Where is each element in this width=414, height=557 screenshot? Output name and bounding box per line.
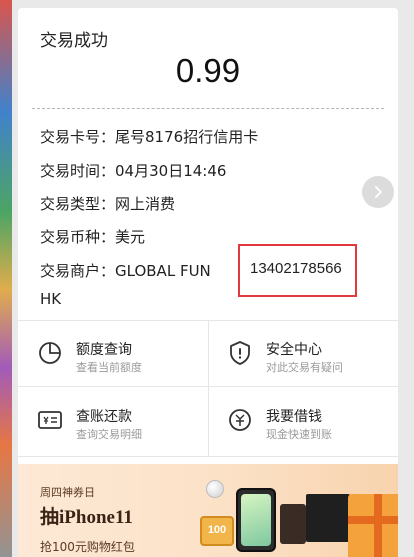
tile-title: 我要借钱 xyxy=(266,409,322,425)
cash-icon xyxy=(229,409,251,431)
detail-row-time: 交易时间：04月30日14:46 xyxy=(40,160,226,181)
currency-value: 美元 xyxy=(115,228,146,246)
dashed-divider xyxy=(32,108,384,109)
promo-subtitle: 抢100元购物红包 xyxy=(40,540,135,554)
detail-row-type: 交易类型：网上消费 xyxy=(40,193,175,214)
coupon-coin-label: 100 xyxy=(207,524,227,536)
time-label: 交易时间： xyxy=(40,162,116,180)
annotation-phone-number: 13402178566 xyxy=(250,260,342,277)
promo-title: 抽iPhone11 xyxy=(40,507,133,528)
tile-borrow-money[interactable]: 我要借钱 现金快速到账 xyxy=(208,388,398,454)
promo-banner[interactable]: 周四神券日 抽iPhone11 抢100元购物红包 100 xyxy=(18,464,398,557)
mug-image xyxy=(280,504,306,544)
type-value: 网上消费 xyxy=(115,195,176,213)
background-app-edge xyxy=(0,0,12,557)
tile-title: 查账还款 xyxy=(76,409,132,425)
shield-icon xyxy=(230,341,250,365)
currency-label: 交易币种： xyxy=(40,228,116,246)
detail-row-card: 交易卡号：尾号8176招行信用卡 xyxy=(40,126,258,147)
tile-subtitle: 查看当前额度 xyxy=(76,361,142,374)
tile-title: 安全中心 xyxy=(266,342,322,358)
tile-security-center[interactable]: 安全中心 对此交易有疑问 xyxy=(208,321,398,387)
merchant-value-continued: HK xyxy=(40,290,62,308)
transaction-amount: 0.99 xyxy=(175,52,241,89)
tile-subtitle: 对此交易有疑问 xyxy=(266,361,343,374)
promo-tag: 周四神券日 xyxy=(40,486,95,499)
tile-credit-limit[interactable]: 额度查询 查看当前额度 xyxy=(18,321,208,387)
grid-divider-bottom xyxy=(18,456,398,457)
card-value: 尾号8176招行信用卡 xyxy=(115,128,259,146)
gift-box-dark-image xyxy=(306,494,350,542)
tile-title: 额度查询 xyxy=(76,342,132,358)
detail-row-merchant: 交易商户：GLOBAL FUN xyxy=(40,260,211,281)
iphone-image xyxy=(236,488,276,552)
tile-subtitle: 现金快速到账 xyxy=(266,428,332,441)
coupon-coin-image: 100 xyxy=(200,516,234,546)
next-page-button[interactable] xyxy=(362,176,394,208)
tile-subtitle: 查询交易明细 xyxy=(76,428,142,441)
transaction-status: 交易成功 xyxy=(40,31,108,51)
tile-bill-repayment[interactable]: 查账还款 查询交易明细 xyxy=(18,388,208,454)
pie-chart-icon xyxy=(39,342,61,364)
transaction-card: 交易成功 0.99 交易卡号：尾号8176招行信用卡 交易时间：04月30日14… xyxy=(18,8,398,557)
pearl-pendant-image xyxy=(206,480,224,498)
gift-box-orange-image xyxy=(348,494,398,557)
card-label: 交易卡号： xyxy=(40,128,116,146)
bill-icon xyxy=(38,411,62,429)
type-label: 交易类型： xyxy=(40,195,116,213)
chevron-right-icon xyxy=(375,186,382,198)
merchant-value: GLOBAL FUN xyxy=(115,262,211,280)
merchant-label: 交易商户： xyxy=(40,262,116,280)
detail-row-currency: 交易币种：美元 xyxy=(40,226,145,247)
screen: 交易成功 0.99 交易卡号：尾号8176招行信用卡 交易时间：04月30日14… xyxy=(0,0,414,557)
time-value: 04月30日14:46 xyxy=(115,162,227,180)
